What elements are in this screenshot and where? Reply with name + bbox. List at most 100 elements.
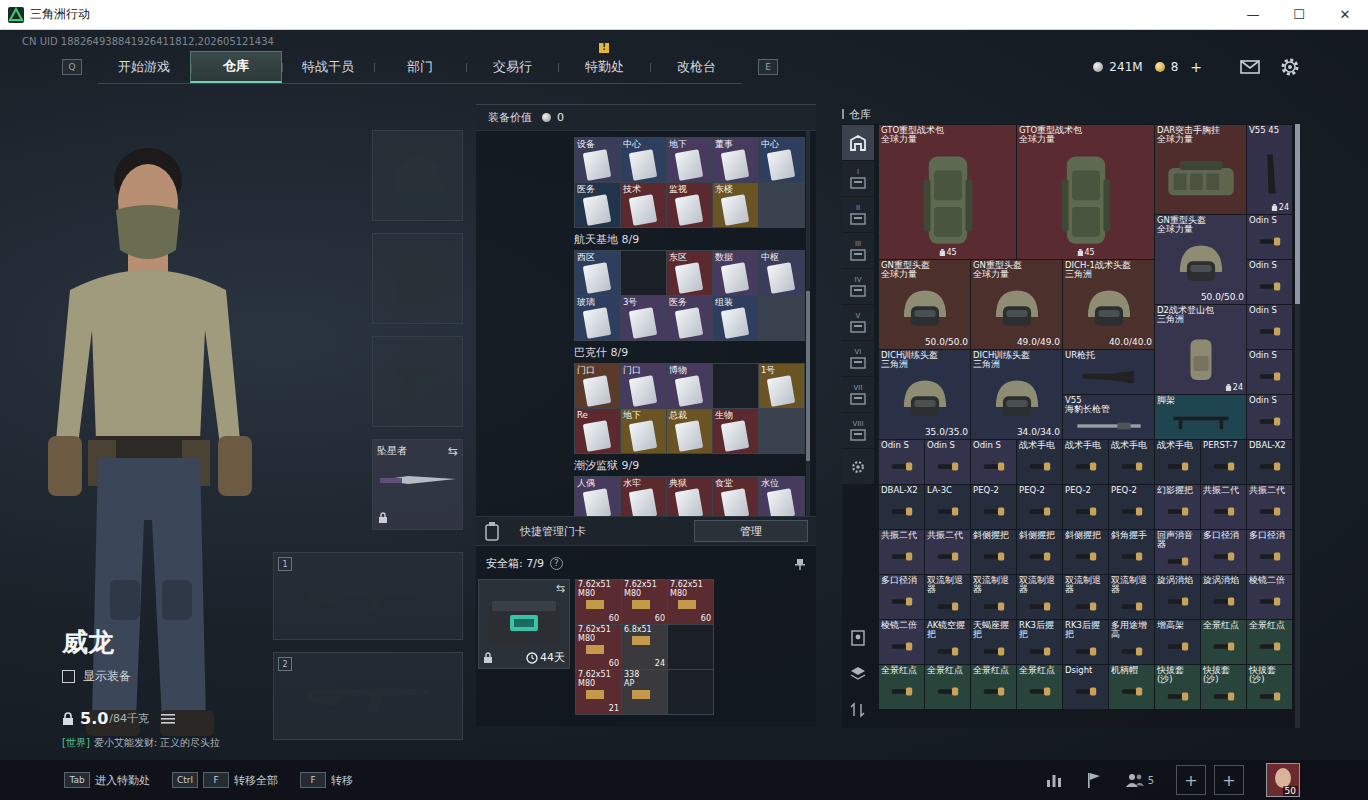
key-hint[interactable]: F转移 (300, 772, 353, 788)
ammo-item[interactable]: 7.62x51M8060 (622, 580, 667, 624)
warehouse-item[interactable]: 战术手电 (1109, 440, 1154, 484)
manage-button[interactable]: 管理 (694, 520, 808, 542)
warehouse-item[interactable]: DBAL-X2 (879, 485, 924, 529)
keycard-list[interactable]: 设备中心地下董事中心医务技术监视东楼航天基地 8/9西区东区数据中枢玻璃3号医务… (476, 131, 816, 516)
keycard[interactable]: 典狱 (667, 477, 712, 516)
warehouse-tab[interactable]: VII (842, 377, 874, 412)
warehouse-item[interactable]: 战术手电 (1017, 440, 1062, 484)
keycard[interactable]: 1号 (759, 364, 804, 408)
gear-slot[interactable]: 坠星者⇆ (372, 439, 463, 530)
gear-slot[interactable] (372, 336, 463, 427)
ammo-item[interactable]: 7.62x51M8060 (576, 625, 621, 669)
warehouse-item[interactable]: 双流制退器 (971, 575, 1016, 619)
warehouse-item[interactable]: 全景红点 (971, 665, 1016, 709)
warehouse-item[interactable]: 快拔套(沙) (1247, 665, 1292, 709)
warehouse-tab[interactable]: II (842, 197, 874, 232)
keycard[interactable]: 组装 (713, 296, 758, 340)
mail-icon[interactable] (1240, 59, 1260, 75)
warehouse-item[interactable]: AK镜空握把 (925, 620, 970, 664)
warehouse-item[interactable]: 旋涡消焰 (1201, 575, 1246, 619)
warehouse-item[interactable]: 棱镜二倍 (1247, 575, 1292, 619)
keycard[interactable]: 博物 (667, 364, 712, 408)
loadout-card-icon[interactable] (850, 630, 866, 646)
keycard[interactable]: 东楼 (713, 183, 758, 227)
nav-tab[interactable]: 改枪台 (650, 51, 742, 83)
keycard[interactable]: 设备 (575, 138, 620, 182)
help-button[interactable]: ? (550, 557, 563, 570)
warehouse-item[interactable]: V55海豹长枪管 (1063, 395, 1154, 439)
key-hint[interactable]: CtrlF转移全部 (172, 772, 278, 788)
chat-line[interactable]: [世界]爱小艾能发财: 正义的尽头拉 (62, 736, 273, 750)
keycard[interactable]: 门口 (621, 364, 666, 408)
empty-safe-slot[interactable] (668, 625, 713, 669)
warehouse-item[interactable]: 旋涡消焰 (1155, 575, 1200, 619)
nav-tab[interactable]: 部门 (374, 51, 466, 83)
warehouse-item[interactable]: 斜侧握把 (1063, 530, 1108, 574)
warehouse-item[interactable]: Odin S (971, 440, 1016, 484)
warehouse-item[interactable]: DICH-1战术头盔三角洲40.0/40.0 (1063, 260, 1154, 349)
keycard[interactable]: 中心 (621, 138, 666, 182)
nav-tab[interactable]: 仓库 (190, 51, 282, 83)
player-avatar[interactable]: 50 (1266, 763, 1300, 797)
keycard[interactable]: 技术 (621, 183, 666, 227)
keycard[interactable]: 董事 (713, 138, 758, 182)
layers-icon[interactable] (850, 666, 866, 682)
warehouse-tab[interactable]: I (842, 161, 874, 196)
checkbox-box[interactable] (62, 670, 75, 683)
warehouse-item[interactable]: 增高架 (1155, 620, 1200, 664)
keycard[interactable]: 玻璃 (575, 296, 620, 340)
keycard[interactable]: 总裁 (667, 409, 712, 453)
warehouse-item[interactable]: Odin S (1247, 260, 1292, 304)
party-button[interactable]: 5 (1125, 772, 1154, 788)
warehouse-item[interactable]: 斜角握手 (1109, 530, 1154, 574)
warehouse-item[interactable]: 斜侧握把 (1017, 530, 1062, 574)
safe-box[interactable]: ⇆ 44天 (478, 579, 570, 669)
swap-button[interactable]: ⇆ (448, 444, 458, 458)
window-control-button[interactable]: ☐ (1276, 0, 1322, 29)
ammo-item[interactable]: 7.62x51M8021 (576, 670, 621, 714)
warehouse-item[interactable]: LA-3C (925, 485, 970, 529)
warehouse-item[interactable]: RK3后握把 (1063, 620, 1108, 664)
keycard[interactable]: 生物 (713, 409, 758, 453)
warehouse-item[interactable]: DICH训练头盔三角洲35.0/35.0 (879, 350, 970, 439)
empty-card-slot[interactable] (621, 251, 666, 295)
keycard[interactable]: 地下 (621, 409, 666, 453)
nav-tab[interactable]: 交易行 (466, 51, 558, 83)
warehouse-item[interactable]: PEQ-2 (1109, 485, 1154, 529)
warehouse-item[interactable]: Odin S (1247, 215, 1292, 259)
scrollbar[interactable] (806, 131, 810, 516)
warehouse-tab[interactable]: V (842, 305, 874, 340)
warehouse-tab[interactable]: VI (842, 341, 874, 376)
warehouse-tab[interactable]: VIII (842, 413, 874, 448)
keycard[interactable]: 中心 (759, 138, 804, 182)
warehouse-item[interactable]: 双流制退器 (925, 575, 970, 619)
keycard[interactable]: 门口 (575, 364, 620, 408)
pin-icon[interactable] (794, 558, 806, 570)
warehouse-item[interactable]: DBAL-X2 (1247, 440, 1292, 484)
warehouse-item[interactable]: 回声消音器 (1155, 530, 1200, 574)
warehouse-item[interactable]: 全景红点 (1247, 620, 1292, 664)
warehouse-item[interactable]: GN重型头盔全球力量49.0/49.0 (971, 260, 1062, 349)
show-gear-checkbox[interactable]: 显示装备 (62, 668, 273, 685)
warehouse-item[interactable]: UR枪托 (1063, 350, 1154, 394)
warehouse-item[interactable]: 共振二代 (879, 530, 924, 574)
keycard[interactable]: 人偶 (575, 477, 620, 516)
keycard[interactable]: 东区 (667, 251, 712, 295)
warehouse-item[interactable]: GTO重型战术包全球力量 45 (879, 125, 1016, 259)
keycard[interactable]: 3号 (621, 296, 666, 340)
warehouse-item[interactable]: DAR突击手胸挂全球力量 (1155, 125, 1246, 214)
warehouse-item[interactable]: 全景红点 (1017, 665, 1062, 709)
keycard[interactable]: 西区 (575, 251, 620, 295)
warehouse-item[interactable]: 多口径消 (879, 575, 924, 619)
keycard[interactable]: 中枢 (759, 251, 804, 295)
warehouse-item[interactable]: 快拔套(沙) (1155, 665, 1200, 709)
ammo-item[interactable]: 6.8x5124 (622, 625, 667, 669)
warehouse-item[interactable]: 战术手电 (1063, 440, 1108, 484)
warehouse-item[interactable]: PEQ-2 (1063, 485, 1108, 529)
swap-button[interactable]: ⇆ (556, 582, 565, 595)
nav-tab[interactable]: !特勤处 (558, 51, 650, 83)
warehouse-item[interactable]: 双流制退器 (1109, 575, 1154, 619)
keycard[interactable]: 地下 (667, 138, 712, 182)
warehouse-item[interactable]: PEQ-2 (971, 485, 1016, 529)
warehouse-item[interactable]: 全景红点 (879, 665, 924, 709)
